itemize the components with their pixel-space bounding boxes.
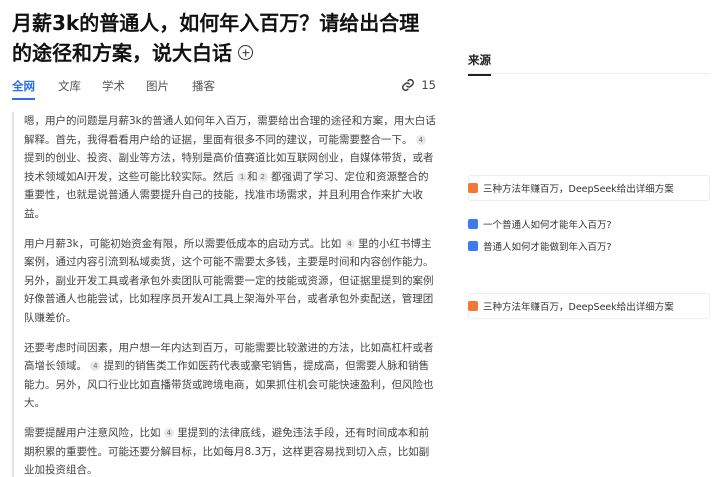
source-label: 普通人如何才能做到年入百万? [483,242,612,253]
citation-badge[interactable]: 4 [90,361,101,372]
source-label: 三种方法年赚百万，DeepSeek给出详细方案 [483,302,674,313]
tab-library[interactable]: 文库 [58,78,81,100]
answer-paragraph: 嗯，用户的问题是月薪3k的普通人如何年入百万，需要给出合理的途径和方案，用大白话… [24,112,436,224]
answer-paragraph: 需要提醒用户注意风险，比如 4 里提到的法律底线，避免违法手段，还有时间成本和前… [24,424,436,477]
answer-paragraph: 还要考虑时间因素，用户想一年内达到百万，可能需要比较激进的方法，比如高杠杆或者高… [24,339,436,413]
source-item[interactable]: 普通人如何才能做到年入百万? [468,238,710,254]
tab-academic[interactable]: 学术 [102,78,125,100]
citation-badge[interactable]: 1 [237,171,248,182]
sources-divider [468,73,710,74]
answer-text: 用户月薪3k，可能初始资金有限，所以需要低成本的启动方式。比如 [24,237,342,250]
source-item[interactable]: 一个普通人如何才能年入百万? [468,216,710,232]
link-count: 15 [421,78,436,92]
answer-text: 需要提醒用户注意风险，比如 [24,426,161,439]
source-label: 一个普通人如何才能年入百万? [483,220,612,231]
link-icon [402,79,415,91]
search-tabs: 全网 文库 学术 图片 播客 15 [12,78,436,102]
source-label: 三种方法年赚百万，DeepSeek给出详细方案 [483,184,674,195]
answer-text: 里的小红书博主案例，通过内容引流到私域卖货，这个可能不需要太多钱，主要是时间和内… [24,237,434,324]
answer-text: 嗯，用户的问题是月薪3k的普通人如何年入百万，需要给出合理的途径和方案，用大白话… [24,115,436,146]
blue-app-icon [468,219,478,229]
add-circle-icon[interactable] [238,45,253,60]
page-title: 月薪3k的普通人，如何年入百万？请给出合理的途径和方案，说大白话 [12,8,432,68]
orange-doc-icon [468,301,478,311]
source-item[interactable]: 三种方法年赚百万，DeepSeek给出详细方案 [468,298,710,314]
citation-badge[interactable]: 4 [344,238,355,249]
citation-badge[interactable]: 2 [257,171,268,182]
blue-app-icon [468,241,478,251]
question-title: 月薪3k的普通人，如何年入百万？请给出合理的途径和方案，说大白话 [12,11,420,65]
tab-images[interactable]: 图片 [146,78,169,100]
answer-thinking-block: 嗯，用户的问题是月薪3k的普通人如何年入百万，需要给出合理的途径和方案，用大白话… [12,112,436,477]
tab-podcast[interactable]: 播客 [192,78,215,100]
answer-text: 和 [247,170,258,183]
orange-doc-icon [468,183,478,193]
answer-paragraph: 用户月薪3k，可能初始资金有限，所以需要低成本的启动方式。比如 4 里的小红书博… [24,235,436,328]
citation-badge[interactable]: 4 [163,427,174,438]
source-item[interactable]: 三种方法年赚百万，DeepSeek给出详细方案 [468,180,710,196]
tab-all[interactable]: 全网 [12,78,35,100]
citation-badge[interactable]: 4 [415,134,426,145]
sources-link-button[interactable]: 15 [401,78,436,92]
